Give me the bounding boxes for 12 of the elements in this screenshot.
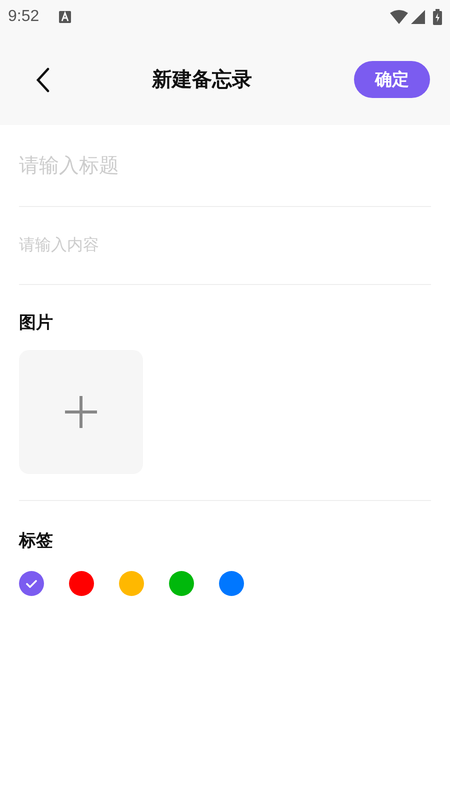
check-icon	[26, 580, 37, 588]
status-time: 9:52	[8, 7, 40, 27]
signal-icon	[411, 10, 425, 24]
back-icon[interactable]	[36, 66, 50, 92]
wifi-icon	[390, 10, 408, 24]
battery-icon	[433, 9, 442, 25]
section-label: 标签	[19, 530, 54, 552]
plus-icon	[65, 396, 97, 428]
section-label: 图片	[19, 312, 54, 334]
page-title: 新建备忘录	[152, 68, 252, 90]
notification-icon	[59, 11, 72, 23]
confirm-button[interactable]: 确定	[354, 61, 430, 98]
